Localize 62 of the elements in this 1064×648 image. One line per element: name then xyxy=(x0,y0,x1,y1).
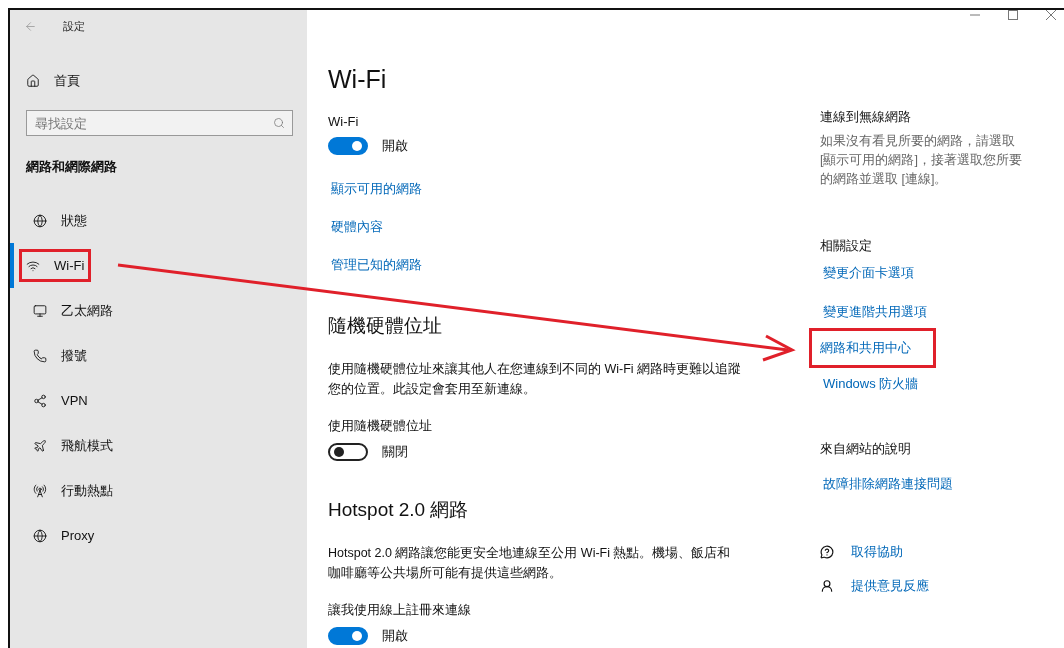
sidebar-item[interactable]: Wi-Fi xyxy=(10,243,307,288)
sidebar-item[interactable]: 撥號 xyxy=(10,333,307,378)
section-heading: 隨機硬體位址 xyxy=(328,314,443,338)
sidebar-item[interactable]: 狀態 xyxy=(10,198,307,243)
link[interactable]: 變更介面卡選項 xyxy=(820,261,917,285)
item-label: 撥號 xyxy=(61,346,87,365)
link[interactable]: 網路和共用中心 xyxy=(809,328,936,368)
link[interactable]: Windows 防火牆 xyxy=(820,372,922,396)
help-icon xyxy=(820,545,834,559)
window-title: 設定 xyxy=(63,18,85,34)
description: 使用隨機硬體位址來讓其他人在您連線到不同的 Wi-Fi 網路時更難以追蹤您的位置。此設定會套用至新連線。 xyxy=(328,361,743,398)
sidebar-item[interactable]: 行動熱點 xyxy=(10,468,307,513)
item-label: VPN xyxy=(61,393,88,408)
home-icon xyxy=(26,74,40,88)
item-label: Proxy xyxy=(61,528,95,543)
search-icon xyxy=(273,117,285,129)
toggle-switch[interactable] xyxy=(328,137,368,155)
globe-icon xyxy=(33,213,47,228)
item-label: 乙太網路 xyxy=(61,301,113,320)
home-item[interactable]: 首頁 xyxy=(10,42,307,100)
setting-label: Wi-Fi xyxy=(328,114,360,129)
description: Hotspot 2.0 網路讓您能更安全地連線至公用 Wi-Fi 熱點。機場、飯店和咖啡廳等公共場所可能有提供這些網路。 xyxy=(328,545,732,582)
link[interactable]: 管理已知的網路 xyxy=(328,253,425,277)
link[interactable]: 提供意見反應 xyxy=(848,574,932,598)
page-title: Wi-Fi xyxy=(328,65,388,94)
globe-icon xyxy=(33,528,47,543)
maximize-icon[interactable] xyxy=(1008,10,1018,20)
aside-heading: 連線到無線網路 xyxy=(820,108,912,126)
setting-label: 使用隨機硬體位址 xyxy=(328,417,433,435)
sidebar-item[interactable]: 乙太網路 xyxy=(10,288,307,333)
sidebar-item[interactable]: Proxy xyxy=(10,513,307,558)
item-label: 行動熱點 xyxy=(61,481,113,500)
antenna-icon xyxy=(33,483,47,498)
wifi-icon xyxy=(26,258,40,273)
toggle-switch[interactable] xyxy=(328,443,368,461)
sidebar-item[interactable]: 飛航模式 xyxy=(10,423,307,468)
aside-heading: 相關設定 xyxy=(820,237,873,255)
sidebar-item[interactable]: VPN xyxy=(10,378,307,423)
link[interactable]: 變更進階共用選項 xyxy=(820,300,930,324)
toggle-state: 關閉 xyxy=(382,443,408,461)
link[interactable]: 故障排除網路連接問題 xyxy=(820,472,956,496)
toggle-state: 開啟 xyxy=(382,137,408,155)
close-icon[interactable] xyxy=(1046,10,1056,20)
airplane-icon xyxy=(33,438,47,453)
network-icon xyxy=(33,393,47,408)
section-heading: 網路和網際網路 xyxy=(25,158,118,176)
aside-heading: 來自網站的說明 xyxy=(820,440,912,458)
link[interactable]: 取得協助 xyxy=(848,540,906,564)
link[interactable]: 顯示可用的網路 xyxy=(328,177,425,201)
phone-icon xyxy=(33,348,47,363)
toggle-state: 開啟 xyxy=(382,627,408,645)
monitor-icon xyxy=(33,303,47,318)
item-label: 飛航模式 xyxy=(61,436,113,455)
toggle-switch[interactable] xyxy=(328,627,368,645)
item-label: 狀態 xyxy=(61,211,87,230)
person-icon xyxy=(820,579,834,593)
item-label: Wi-Fi xyxy=(54,258,85,273)
link[interactable]: 硬體內容 xyxy=(328,215,386,239)
setting-label: 讓我使用線上註冊來連線 xyxy=(328,601,472,619)
section-heading: Hotspot 2.0 網路 xyxy=(328,498,470,522)
search-field[interactable]: 尋找設定 xyxy=(26,110,293,136)
description: 如果沒有看見所要的網路，請選取 [顯示可用的網路]，接著選取您所要的網路並選取 [連線]。 xyxy=(820,133,1023,188)
